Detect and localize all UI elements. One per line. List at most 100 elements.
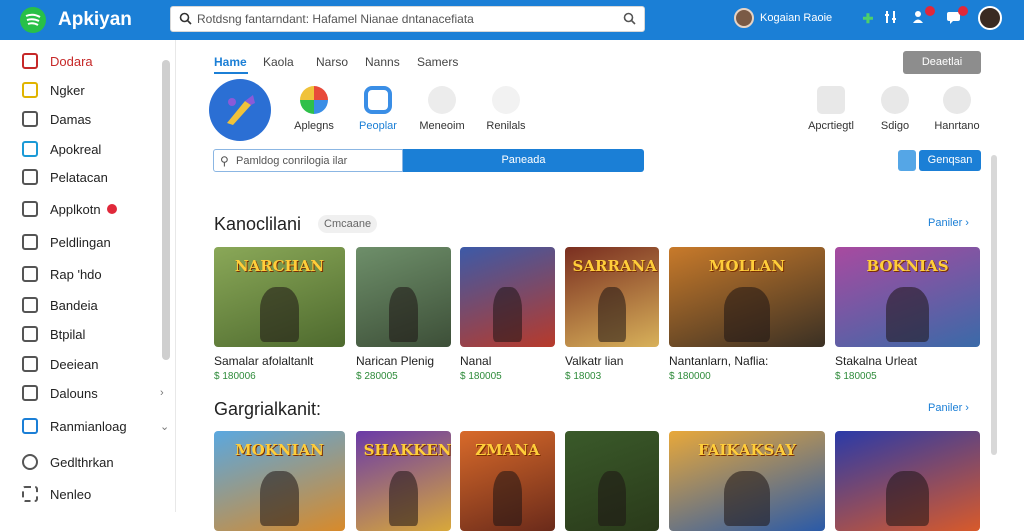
right-action-button[interactable]: Genqsan	[919, 150, 981, 171]
filter-submit-button[interactable]: Paneada	[403, 149, 644, 172]
search-input[interactable]: Rotdsng fantarndant: Hafamel Nianae dnta…	[197, 12, 474, 26]
game-title[interactable]: Nantanlarn, Naflia:	[669, 354, 768, 368]
game-card[interactable]	[565, 431, 659, 531]
game-card[interactable]: NARCHAN	[214, 247, 345, 347]
game-card[interactable]	[835, 431, 980, 531]
sidebar-item-bandeia[interactable]: Bandeia	[22, 295, 98, 315]
game-art-title: SARRANA	[572, 257, 657, 275]
filter-input-text[interactable]: Pamldog conrilogia ilar	[236, 155, 347, 167]
game-character-art	[885, 287, 930, 342]
sidebar-item-label: Dalouns	[50, 385, 98, 401]
game-card[interactable]	[356, 247, 451, 347]
game-card[interactable]: SHAKKEN	[356, 431, 451, 531]
pin-icon[interactable]	[898, 150, 916, 171]
action-button[interactable]: Deaetlai	[903, 51, 981, 74]
game-title[interactable]: Narican Plenig	[356, 354, 434, 368]
sidebar-item-ranmianloag[interactable]: Ranmianloag ⌄	[22, 416, 169, 436]
game-title[interactable]: Stakalna Urleat	[835, 354, 917, 368]
sidebar-item-apokreal[interactable]: Apokreal	[22, 139, 101, 159]
featured-category-icon[interactable]	[209, 79, 271, 141]
game-card[interactable]	[460, 247, 555, 347]
category-meneoim[interactable]: Meneoim	[407, 86, 477, 132]
plus-icon[interactable]: ✚	[859, 10, 877, 28]
app-icon	[22, 141, 38, 157]
sidebar-item-peldlingan[interactable]: Peldlingan	[22, 232, 111, 252]
notifications-icon[interactable]	[911, 6, 935, 28]
sidebar-item-btpilal[interactable]: Btpilal	[22, 324, 85, 344]
sidebar-item-dalouns[interactable]: Dalouns ›	[22, 383, 164, 403]
game-card[interactable]: SARRANA	[565, 247, 659, 347]
game-title[interactable]: Valkatr lian	[565, 354, 623, 368]
game-character-art	[885, 471, 930, 526]
folder-icon	[22, 297, 38, 313]
user-avatar[interactable]	[734, 8, 754, 28]
game-card[interactable]: ZMANA	[460, 431, 555, 531]
tab-narso[interactable]: Narso	[316, 55, 348, 69]
game-art-title: MOKNIAN	[235, 441, 324, 459]
active-tab-indicator	[214, 72, 248, 74]
game-art-title: FAIKAKSAY	[698, 441, 796, 459]
sidebar-item-deeiean[interactable]: Deeiean	[22, 354, 98, 374]
message-badge	[958, 6, 968, 16]
game-title[interactable]: Samalar afolaltanlt	[214, 354, 313, 368]
spotify-logo-icon[interactable]	[20, 7, 46, 33]
app-title[interactable]: Apkiyan	[58, 9, 132, 31]
game-card[interactable]: MOLLAN	[669, 247, 825, 347]
sidebar-item-pelatacan[interactable]: Pelatacan	[22, 167, 108, 187]
see-all-link[interactable]: Paniler ›	[928, 217, 969, 229]
game-art-title: SHAKKEN	[363, 441, 451, 459]
sidebar-scrollbar[interactable]	[162, 60, 170, 360]
tab-samers[interactable]: Samers	[417, 55, 458, 69]
category-apcrtiegtl[interactable]: Apcrtiegtl	[796, 86, 866, 132]
chevron-down-icon[interactable]: ⌄	[160, 420, 169, 433]
category-label: Peoplar	[359, 120, 397, 132]
game-card[interactable]: BOKNIAS	[835, 247, 980, 347]
sidebar-item-label: Applkotn	[50, 201, 101, 217]
game-character-art	[389, 471, 418, 526]
filter-icon[interactable]	[882, 10, 900, 28]
profile-avatar[interactable]	[978, 6, 1002, 30]
clock-icon	[22, 454, 38, 470]
messages-icon[interactable]	[944, 6, 968, 28]
game-card[interactable]: MOKNIAN	[214, 431, 345, 531]
sidebar: Dodara Ngker Damas Apokreal Pelatacan Ap…	[0, 40, 176, 512]
top-bar: Apkiyan Rotdsng fantarndant: Hafamel Nia…	[0, 0, 1024, 40]
category-hanrtano[interactable]: Hanrtano	[922, 86, 992, 132]
main-scrollbar[interactable]	[991, 155, 997, 455]
game-character-art	[723, 471, 771, 526]
game-character-art	[723, 287, 771, 342]
user-name[interactable]: Kogaian Raoie	[760, 12, 832, 24]
game-title[interactable]: Nanal	[460, 354, 491, 368]
category-renilals[interactable]: Renilals	[471, 86, 541, 132]
category-aplegns[interactable]: Aplegns	[279, 86, 349, 132]
see-all-link[interactable]: Paniler ›	[928, 402, 969, 414]
list-icon	[22, 234, 38, 250]
section-tag[interactable]: Cmcaane	[318, 215, 378, 233]
game-character-art	[259, 471, 300, 526]
person-search-icon: ⚲	[220, 154, 229, 168]
sidebar-item-rap-hdo[interactable]: Rap 'hdo	[22, 264, 102, 284]
category-peoplar[interactable]: Peoplar	[343, 86, 413, 132]
chevron-right-icon[interactable]: ›	[160, 387, 164, 399]
tab-nanns[interactable]: Nanns	[365, 55, 400, 69]
search-submit-icon[interactable]	[623, 12, 636, 30]
sidebar-item-applkotn[interactable]: Applkotn	[22, 199, 117, 219]
star-icon	[22, 82, 38, 98]
sidebar-item-label: Ranmianloag	[50, 418, 127, 434]
group-icon	[943, 86, 971, 114]
filter-field[interactable]: ⚲ Pamldog conrilogia ilar	[213, 149, 403, 172]
sidebar-item-ngker[interactable]: Ngker	[22, 80, 85, 100]
sidebar-item-label: Peldlingan	[50, 234, 111, 250]
category-label: Meneoim	[419, 120, 465, 132]
sidebar-item-damas[interactable]: Damas	[22, 109, 91, 129]
sidebar-item-label: Bandeia	[50, 297, 98, 313]
category-sdigo[interactable]: Sdigo	[860, 86, 930, 132]
sidebar-item-dodara[interactable]: Dodara	[22, 51, 93, 71]
search-bar[interactable]: Rotdsng fantarndant: Hafamel Nianae dnta…	[170, 6, 645, 32]
tab-kaola[interactable]: Kaola	[263, 55, 294, 69]
sidebar-item-gedlthrkan[interactable]: Gedlthrkan	[22, 452, 114, 472]
tab-hame[interactable]: Hame	[214, 55, 247, 69]
sidebar-item-label: Gedlthrkan	[50, 454, 114, 470]
game-card[interactable]: FAIKAKSAY	[669, 431, 825, 531]
sidebar-item-nenleo[interactable]: Nenleo	[22, 484, 91, 504]
